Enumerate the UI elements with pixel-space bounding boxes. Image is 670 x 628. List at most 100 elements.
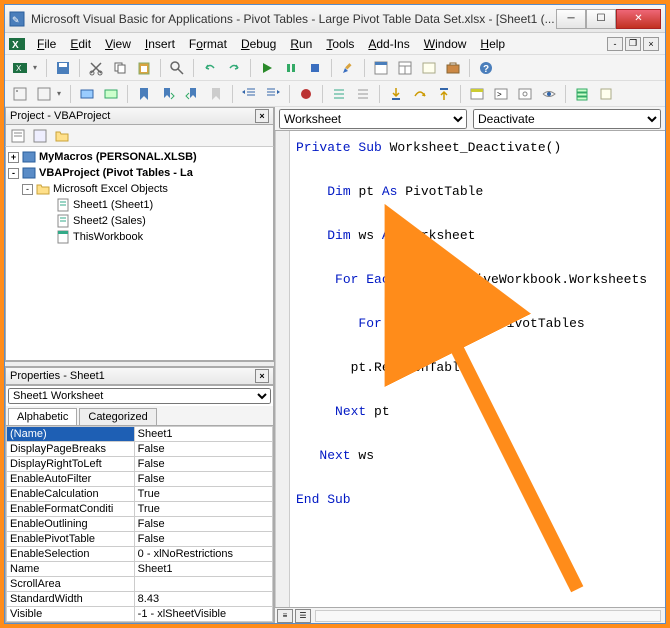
tree-item[interactable]: Sheet2 (Sales) (8, 213, 271, 229)
tb2-icon-3[interactable] (76, 83, 98, 105)
view-object-icon[interactable] (30, 127, 50, 145)
properties-object-combo[interactable]: Sheet1 Worksheet (8, 388, 271, 404)
immediate-window-icon[interactable]: > (490, 83, 512, 105)
menu-edit[interactable]: Edit (64, 35, 97, 53)
indent-icon[interactable] (262, 83, 284, 105)
breakpoint-icon[interactable] (295, 83, 317, 105)
project-panel-close-icon[interactable]: × (255, 109, 269, 123)
property-row[interactable]: EnablePivotTableFalse (7, 532, 273, 547)
save-icon[interactable] (52, 57, 74, 79)
close-button[interactable]: ✕ (616, 9, 661, 29)
find-icon[interactable] (166, 57, 188, 79)
properties-window-icon[interactable] (394, 57, 416, 79)
hscrollbar[interactable] (315, 610, 661, 622)
property-row[interactable]: ScrollArea (7, 577, 273, 592)
property-row[interactable]: (Name)Sheet1 (7, 427, 273, 442)
menu-insert[interactable]: Insert (139, 35, 181, 53)
tree-folder[interactable]: - Microsoft Excel Objects (8, 181, 271, 197)
outdent-icon[interactable] (238, 83, 260, 105)
reset-icon[interactable] (304, 57, 326, 79)
project-tree[interactable]: + MyMacros (PERSONAL.XLSB) - VBAProject … (5, 147, 274, 361)
maximize-button[interactable]: ☐ (586, 9, 616, 29)
full-module-view-icon[interactable]: ☰ (295, 609, 311, 623)
next-bookmark-icon[interactable] (157, 83, 179, 105)
expand-icon[interactable]: + (8, 152, 19, 163)
tree-item[interactable]: Sheet1 (Sheet1) (8, 197, 271, 213)
tab-categorized[interactable]: Categorized (79, 408, 156, 425)
locals-window-icon[interactable] (466, 83, 488, 105)
properties-grid[interactable]: (Name)Sheet1DisplayPageBreaksFalseDispla… (6, 426, 273, 622)
dropdown-arrow-icon[interactable]: ▾ (33, 63, 41, 72)
project-explorer-icon[interactable] (370, 57, 392, 79)
step-over-icon[interactable] (409, 83, 431, 105)
procedure-view-icon[interactable]: ≡ (277, 609, 293, 623)
minimize-button[interactable]: ─ (556, 9, 586, 29)
view-excel-icon[interactable]: X (9, 57, 31, 79)
watch-window-icon[interactable] (514, 83, 536, 105)
toggle-folders-icon[interactable] (52, 127, 72, 145)
copy-icon[interactable] (109, 57, 131, 79)
compile-icon[interactable] (595, 83, 617, 105)
help-icon[interactable]: ? (475, 57, 497, 79)
property-row[interactable]: DisplayRightToLeftFalse (7, 457, 273, 472)
toolbox-icon[interactable] (442, 57, 464, 79)
property-row[interactable]: EnableOutliningFalse (7, 517, 273, 532)
quick-watch-icon[interactable] (538, 83, 560, 105)
property-row[interactable]: EnableFormatConditiTrue (7, 502, 273, 517)
tree-item[interactable]: ThisWorkbook (8, 229, 271, 245)
uncomment-block-icon[interactable] (352, 83, 374, 105)
step-into-icon[interactable] (385, 83, 407, 105)
view-code-icon[interactable] (8, 127, 28, 145)
design-mode-icon[interactable] (337, 57, 359, 79)
object-browser-icon[interactable] (418, 57, 440, 79)
menu-addins[interactable]: Add-Ins (362, 35, 415, 53)
tab-alphabetic[interactable]: Alphabetic (8, 408, 77, 425)
sheet-icon (56, 214, 70, 228)
collapse-icon[interactable]: - (22, 184, 33, 195)
menu-format[interactable]: Format (183, 35, 233, 53)
clear-bookmarks-icon[interactable] (205, 83, 227, 105)
code-text[interactable]: Private Sub Worksheet_Deactivate() Dim p… (276, 131, 665, 517)
redo-icon[interactable] (223, 57, 245, 79)
menu-debug[interactable]: Debug (235, 35, 282, 53)
menu-tools[interactable]: Tools (320, 35, 360, 53)
tb2-icon-2[interactable] (33, 83, 55, 105)
toggle-bookmark-icon[interactable] (133, 83, 155, 105)
property-row[interactable]: EnableSelection0 - xlNoRestrictions (7, 547, 273, 562)
prev-bookmark-icon[interactable] (181, 83, 203, 105)
property-row[interactable]: Visible-1 - xlSheetVisible (7, 607, 273, 622)
property-row[interactable]: EnableAutoFilterFalse (7, 472, 273, 487)
procedure-dropdown[interactable]: Deactivate (473, 109, 661, 129)
property-row[interactable]: NameSheet1 (7, 562, 273, 577)
excel-icon[interactable]: X (9, 36, 25, 52)
run-icon[interactable] (256, 57, 278, 79)
mdi-close-button[interactable]: × (643, 37, 659, 51)
project-panel-title: Project - VBAProject × (5, 107, 274, 125)
menu-help[interactable]: Help (474, 35, 511, 53)
property-row[interactable]: EnableCalculationTrue (7, 487, 273, 502)
collapse-icon[interactable]: - (8, 168, 19, 179)
break-icon[interactable] (280, 57, 302, 79)
comment-block-icon[interactable] (328, 83, 350, 105)
tb2-icon-1[interactable] (9, 83, 31, 105)
menu-file[interactable]: File (31, 35, 62, 53)
menu-window[interactable]: Window (418, 35, 473, 53)
properties-panel-close-icon[interactable]: × (255, 369, 269, 383)
cut-icon[interactable] (85, 57, 107, 79)
paste-icon[interactable] (133, 57, 155, 79)
object-dropdown[interactable]: Worksheet (279, 109, 467, 129)
mdi-restore-button[interactable]: ❐ (625, 37, 641, 51)
mdi-minimize-button[interactable]: - (607, 37, 623, 51)
tb2-icon-4[interactable] (100, 83, 122, 105)
svg-text:X: X (16, 64, 22, 73)
property-row[interactable]: StandardWidth8.43 (7, 592, 273, 607)
code-editor[interactable]: Private Sub Worksheet_Deactivate() Dim p… (275, 131, 665, 607)
call-stack-icon[interactable] (571, 83, 593, 105)
tree-project-1[interactable]: + MyMacros (PERSONAL.XLSB) (8, 149, 271, 165)
undo-icon[interactable] (199, 57, 221, 79)
tree-project-2[interactable]: - VBAProject (Pivot Tables - La (8, 165, 271, 181)
menu-run[interactable]: Run (284, 35, 318, 53)
menu-view[interactable]: View (99, 35, 137, 53)
property-row[interactable]: DisplayPageBreaksFalse (7, 442, 273, 457)
step-out-icon[interactable] (433, 83, 455, 105)
